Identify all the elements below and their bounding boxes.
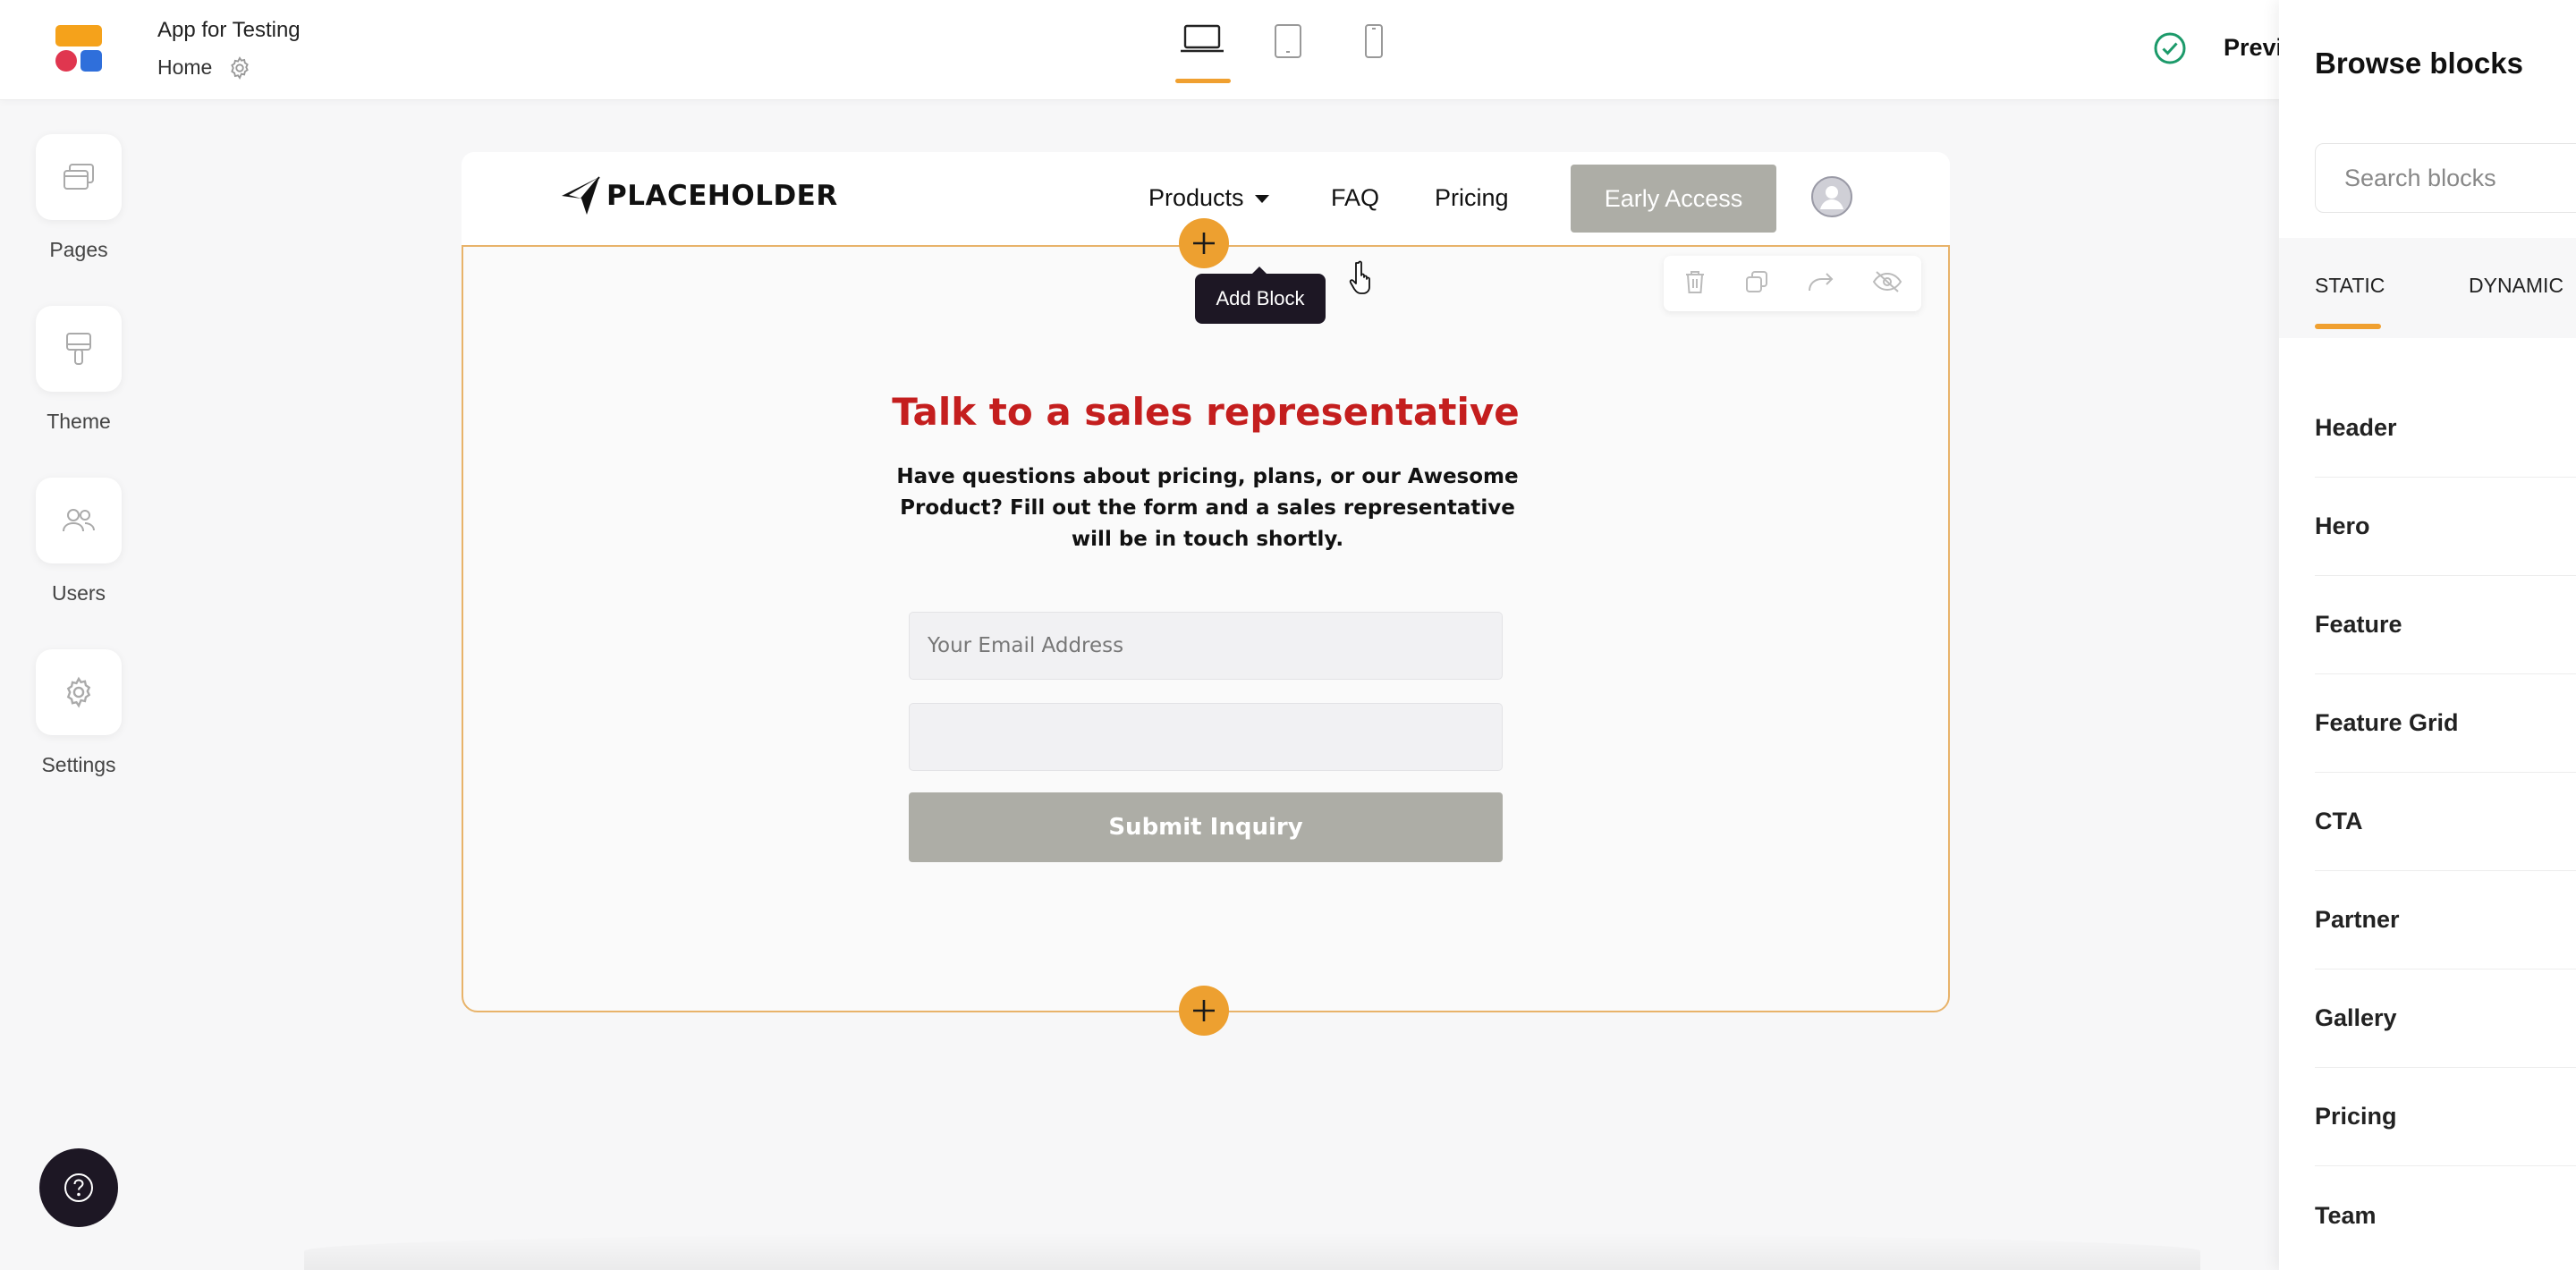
preview-button[interactable]: Previ xyxy=(2224,34,2283,62)
block-search-input[interactable]: Search blocks xyxy=(2315,143,2576,213)
site-brand[interactable]: PLACEHOLDER xyxy=(560,175,838,216)
block-item-hero[interactable]: Hero xyxy=(2315,478,2576,576)
chevron-down-icon xyxy=(1254,195,1269,204)
block-subtext: Have questions about pricing, plans, or … xyxy=(896,465,1519,551)
delete-icon[interactable] xyxy=(1682,268,1707,300)
duplicate-icon[interactable] xyxy=(1744,269,1769,299)
tablet-view-icon[interactable] xyxy=(1261,23,1315,80)
desktop-view-icon[interactable] xyxy=(1175,23,1229,80)
saved-status-icon xyxy=(2152,30,2188,66)
add-block-button-bottom[interactable] xyxy=(1179,986,1229,1036)
pages-icon xyxy=(64,164,94,190)
help-button[interactable] xyxy=(39,1148,118,1227)
sidebar-label-users: Users xyxy=(51,581,106,605)
page-settings-icon[interactable] xyxy=(227,55,252,80)
block-item-partner[interactable]: Partner xyxy=(2315,871,2576,969)
panel-title: Browse blocks xyxy=(2315,47,2523,80)
sidebar-label-settings: Settings xyxy=(41,753,116,776)
current-page-name[interactable]: Home xyxy=(157,55,212,80)
block-item-header[interactable]: Header xyxy=(2315,379,2576,478)
sidebar-item-pages[interactable]: Pages xyxy=(36,134,122,262)
block-item-feature[interactable]: Feature xyxy=(2315,576,2576,674)
plus-icon xyxy=(1193,233,1215,254)
browse-blocks-panel: Browse blocks Search blocks STATIC DYNAM… xyxy=(2279,0,2576,1270)
second-input-field[interactable] xyxy=(909,703,1503,771)
tab-dynamic[interactable]: DYNAMIC xyxy=(2469,274,2563,298)
active-device-indicator xyxy=(1175,79,1231,83)
early-access-button[interactable]: Early Access xyxy=(1571,165,1776,233)
hide-icon[interactable] xyxy=(1872,269,1902,299)
sidebar-item-users[interactable]: Users xyxy=(36,478,122,605)
sidebar-item-theme[interactable]: Theme xyxy=(36,306,122,434)
paintbrush-icon xyxy=(66,333,91,365)
sidebar-label-theme: Theme xyxy=(47,410,111,433)
nav-link-products-label: Products xyxy=(1148,184,1244,211)
hand-cursor-icon xyxy=(1349,259,1381,295)
redo-icon[interactable] xyxy=(1807,269,1835,299)
block-item-gallery[interactable]: Gallery xyxy=(2315,969,2576,1068)
brand-logo-icon xyxy=(562,176,600,215)
email-field[interactable]: Your Email Address xyxy=(909,612,1503,680)
block-item-team[interactable]: Team xyxy=(2315,1166,2576,1265)
app-name: App for Testing xyxy=(157,18,301,42)
nav-link-pricing[interactable]: Pricing xyxy=(1435,184,1509,212)
plus-icon xyxy=(1193,1000,1215,1021)
gear-icon xyxy=(66,676,91,708)
app-logo[interactable] xyxy=(55,25,102,72)
submit-inquiry-button[interactable]: Submit Inquiry xyxy=(909,792,1503,862)
mobile-view-icon[interactable] xyxy=(1347,23,1401,80)
brand-name: PLACEHOLDER xyxy=(606,180,838,212)
block-item-feature-grid[interactable]: Feature Grid xyxy=(2315,674,2576,773)
block-heading: Talk to a sales representative xyxy=(892,390,1520,434)
tab-static[interactable]: STATIC xyxy=(2315,274,2385,298)
block-toolbar xyxy=(1664,256,1921,311)
sidebar-item-settings[interactable]: Settings xyxy=(36,649,122,777)
block-item-pricing[interactable]: Pricing xyxy=(2315,1068,2576,1166)
question-icon xyxy=(64,1173,93,1202)
nav-link-faq[interactable]: FAQ xyxy=(1331,184,1379,212)
block-item-cta[interactable]: CTA xyxy=(2315,773,2576,871)
canvas-bottom-shadow xyxy=(304,1232,2200,1270)
avatar[interactable] xyxy=(1810,175,1853,218)
top-bar: App for Testing Home Previ xyxy=(0,0,2576,100)
add-block-tooltip: Add Block xyxy=(1195,267,1326,324)
active-tab-indicator xyxy=(2315,324,2381,329)
nav-link-products[interactable]: Products xyxy=(1148,184,1269,212)
contact-sales-block[interactable]: Talk to a sales representative Have ques… xyxy=(462,245,1950,1012)
add-block-button-top[interactable] xyxy=(1179,218,1229,268)
users-icon xyxy=(63,509,95,532)
sidebar-label-pages: Pages xyxy=(49,238,108,261)
